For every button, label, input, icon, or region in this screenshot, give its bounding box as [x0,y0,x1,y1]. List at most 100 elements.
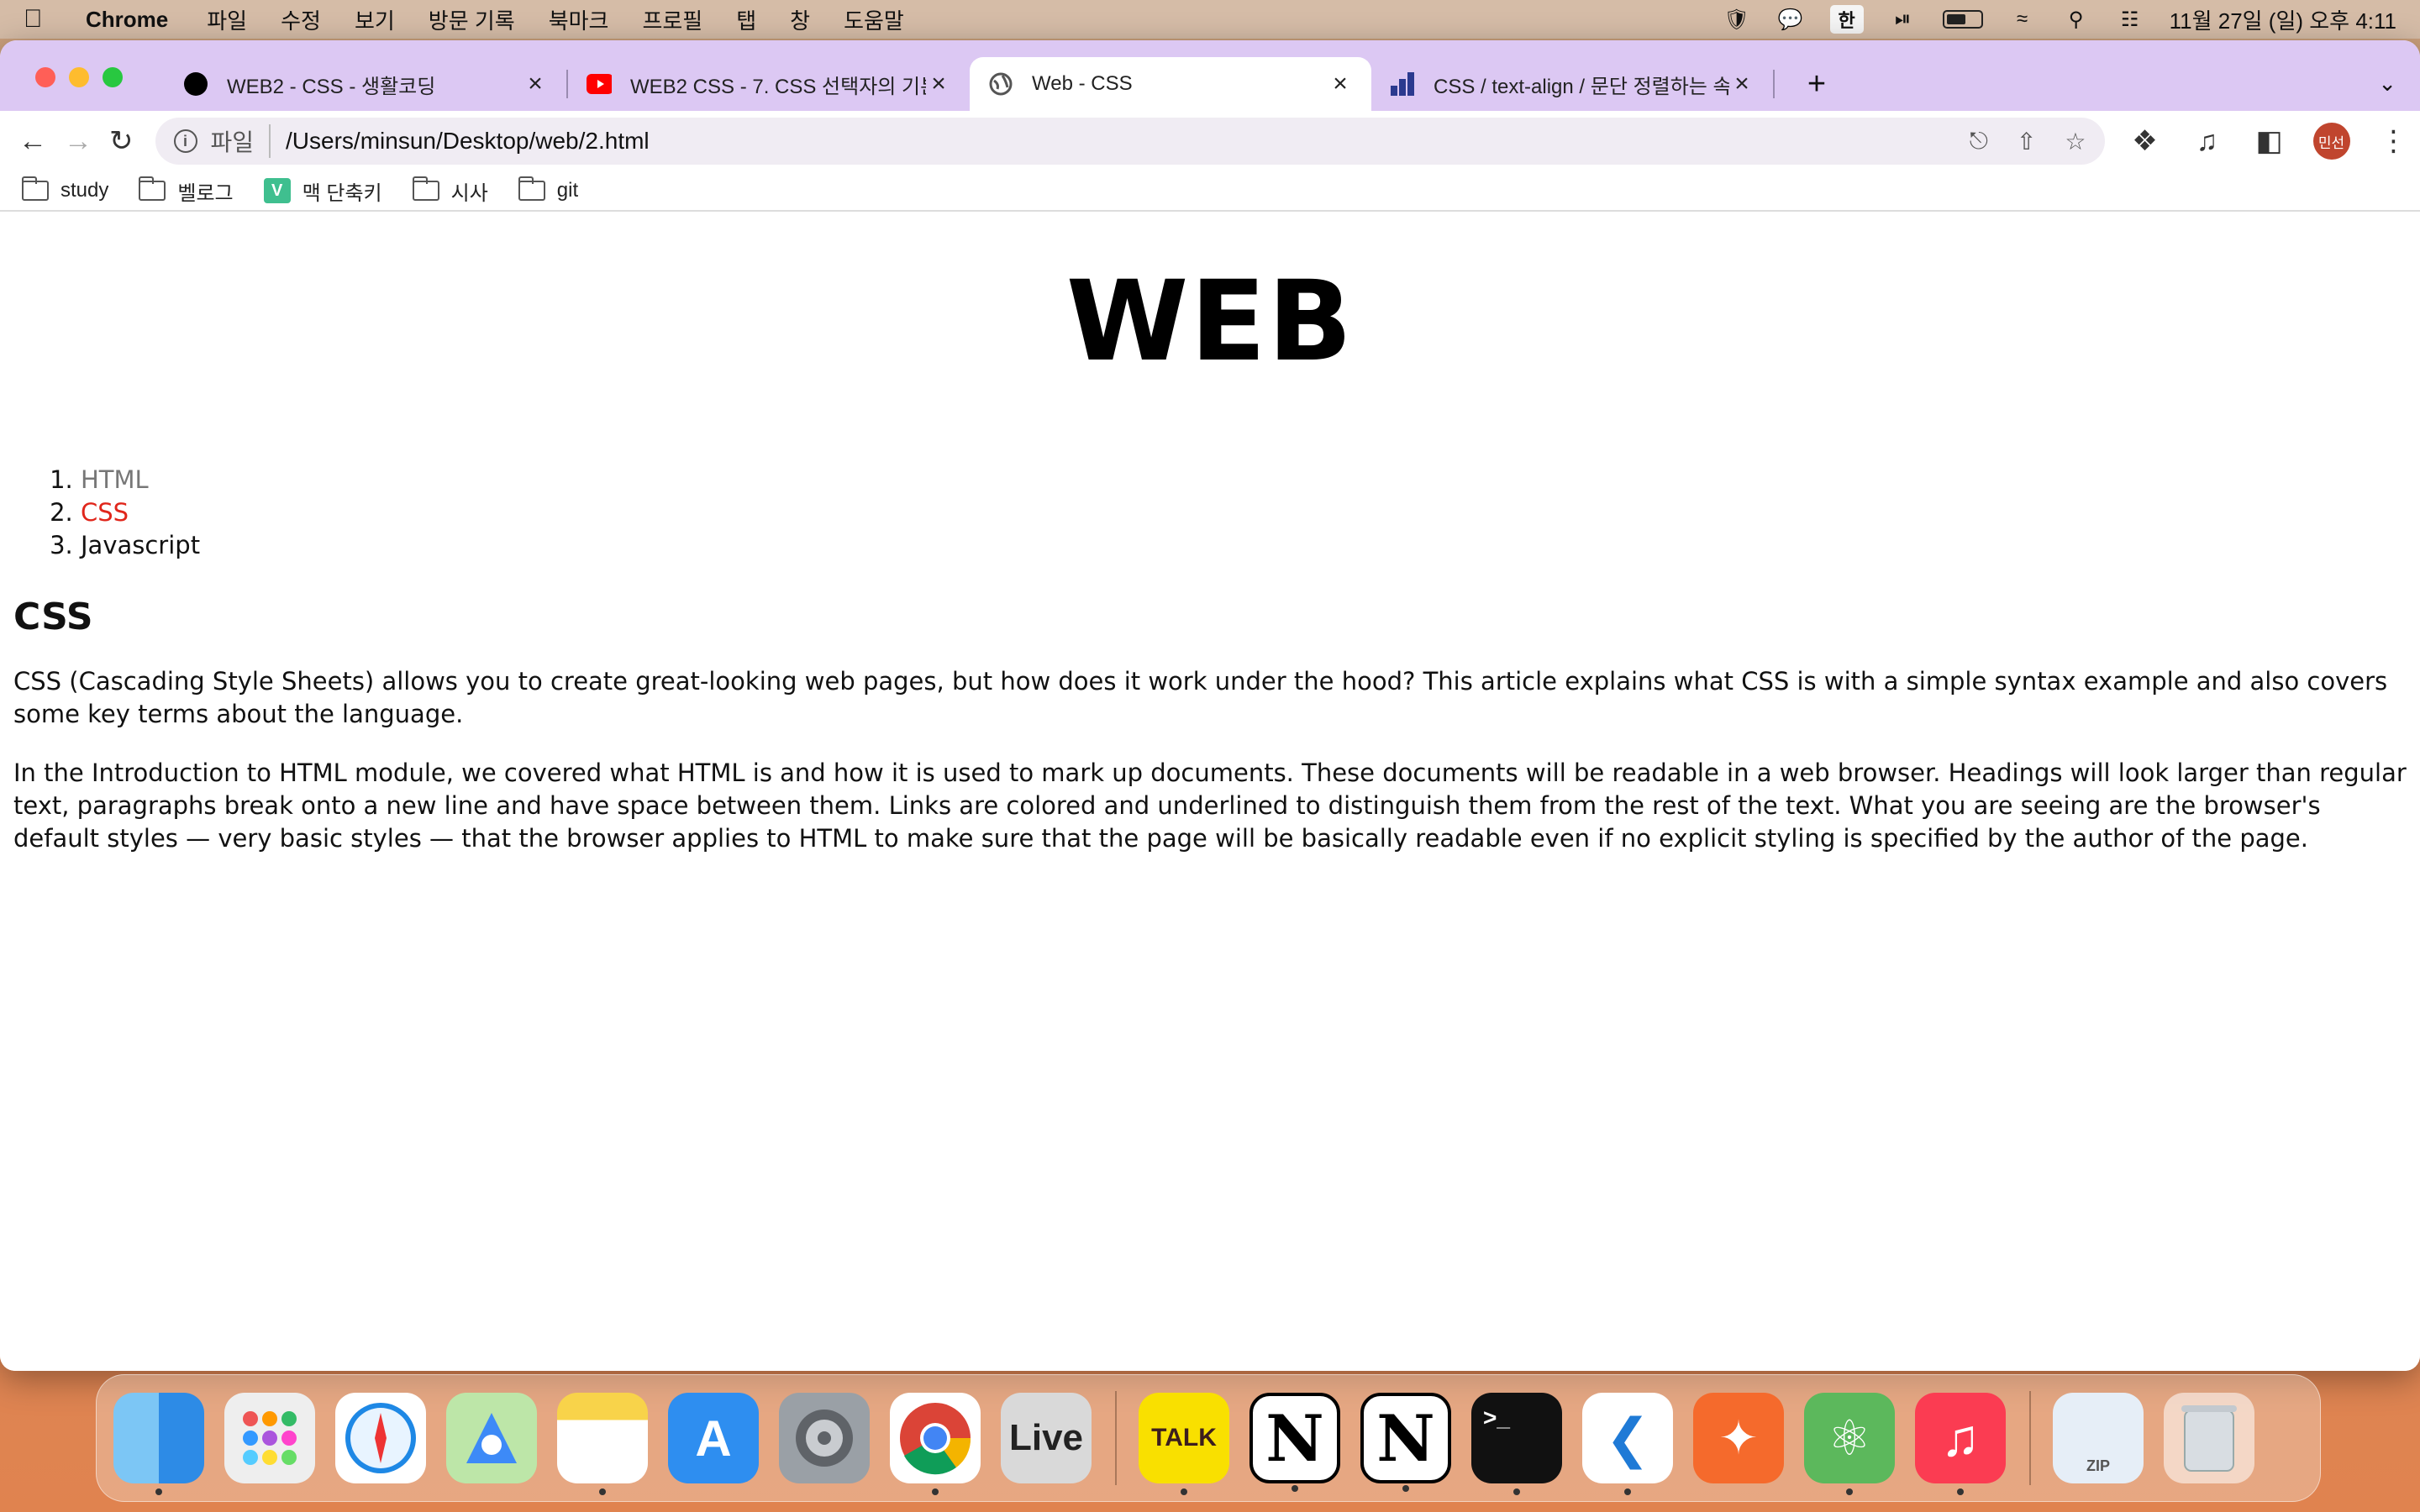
launchpad-icon[interactable] [224,1393,315,1483]
menu-window[interactable]: 창 [790,4,810,35]
url-scheme-label: 파일 [211,124,271,158]
app-store-icon[interactable]: A [668,1393,759,1483]
paragraph-intro: CSS (Cascading Style Sheets) allows you … [13,667,2388,728]
trash-icon[interactable] [2164,1393,2254,1483]
menu-help[interactable]: 도움말 [844,4,904,35]
dock-divider [1115,1391,1117,1485]
extensions-puzzle-icon[interactable]: ❖ [2127,123,2164,160]
close-tab-icon[interactable]: × [926,70,951,98]
kakaotalk-icon[interactable]: TALK [1139,1393,1229,1495]
dock: A Live TALK N N >_ ❮ ✦ ⚛ ♫ ZIP [96,1374,2321,1502]
nav-link-html[interactable]: HTML [81,465,149,494]
atom-icon[interactable]: ⚛ [1804,1393,1895,1495]
circle-favicon-icon [183,71,208,97]
notion-icon[interactable]: N [1249,1393,1340,1492]
control-center-icon[interactable]: ☷ [2116,8,2144,31]
bookmark-star-icon[interactable]: ☆ [2065,128,2086,155]
music-icon[interactable]: ♫ [1915,1393,2006,1495]
tab-title: WEB2 CSS - 7. CSS 선택자의 기본 [630,75,926,98]
bookmark-mac-shortcuts[interactable]: V 맥 단축키 [263,176,382,206]
fullscreen-window-button[interactable] [103,67,123,87]
shield-icon[interactable]: 🛡 [1723,8,1751,31]
chat-icon[interactable]: 💬 [1776,8,1805,31]
tabs: WEB2 - CSS - 생활코딩 × WEB2 CSS - 7. CSS 선택… [165,40,1842,111]
tab-2-active[interactable]: Web - CSS × [970,57,1371,111]
tab-search-chevron-icon[interactable]: ⌄ [2378,71,2396,97]
bookmark-git[interactable]: git [518,176,578,202]
page-heading[interactable]: WEB [0,257,2420,386]
finder-icon[interactable] [113,1393,204,1495]
kakaotalk-label: TALK [1151,1424,1217,1452]
menu-history[interactable]: 방문 기록 [429,4,515,35]
window-controls [35,67,123,87]
zip-archive-icon[interactable]: ZIP [2053,1393,2144,1483]
menu-bookmarks[interactable]: 북마크 [549,4,609,35]
wifi-icon[interactable]: ≈ [2008,8,2037,30]
nav-link-css[interactable]: CSS [81,498,129,527]
minimize-window-button[interactable] [69,67,89,87]
forward-arrow-icon[interactable]: → [64,123,92,160]
close-window-button[interactable] [35,67,55,87]
v-icon: V [263,178,291,203]
notion-glyph: N [1265,1400,1324,1476]
menu-bar:  Chrome 파일 수정 보기 방문 기록 북마크 프로필 탭 창 도움말 … [0,0,2420,39]
system-settings-icon[interactable] [779,1393,870,1483]
tab-0[interactable]: WEB2 - CSS - 생활코딩 × [165,57,566,111]
translate-icon[interactable]: ⎋ [1970,128,1988,155]
dock-divider [2029,1391,2031,1485]
running-indicator [1846,1488,1853,1495]
menu-profiles[interactable]: 프로필 [642,4,702,35]
tab-title: WEB2 - CSS - 생활코딩 [227,75,436,98]
battery-icon[interactable] [1942,10,1983,29]
running-indicator [932,1488,939,1495]
menu-tab[interactable]: 탭 [736,4,756,35]
share-icon[interactable]: ⇧ [2017,128,2036,155]
bookmarks-bar: study 벨로그 V 맥 단축키 시사 git [0,171,2420,212]
side-panel-icon[interactable]: ◧ [2251,123,2288,160]
terminal-icon[interactable]: >_ [1471,1393,1562,1495]
close-tab-icon[interactable]: × [1729,70,1754,98]
address-bar-actions: ⎋ ⇧ ☆ [1970,128,2086,155]
bookmark-velog[interactable]: 벨로그 [139,176,234,206]
more-menu-icon[interactable]: ⋮ [2375,123,2412,160]
tab-title: Web - CSS [1032,72,1133,95]
address-bar[interactable]: i 파일 /Users/minsun/Desktop/web/2.html ⎋ … [155,118,2105,165]
apple-menu-icon[interactable]:  [24,5,57,34]
input-method-icon[interactable]: 한 [1829,5,1864,34]
back-arrow-icon[interactable]: ← [18,123,47,160]
zip-label: ZIP [2086,1457,2110,1474]
live-app-icon[interactable]: Live [1001,1393,1092,1483]
menu-app-name[interactable]: Chrome [86,7,168,33]
bookmark-current-affairs[interactable]: 시사 [412,176,488,206]
chrome-icon[interactable] [890,1393,981,1495]
swift-icon[interactable]: ✦ [1693,1393,1784,1483]
menu-view[interactable]: 보기 [355,4,395,35]
tab-3[interactable]: CSS / text-align / 문단 정렬하는 속성 × [1371,57,1773,111]
spotlight-search-icon[interactable]: ⚲ [2062,8,2091,31]
bookmark-label: 맥 단축키 [302,181,382,205]
menu-file[interactable]: 파일 [207,4,247,35]
running-indicator [1292,1485,1298,1492]
notion-calendar-icon[interactable]: N [1360,1393,1451,1492]
media-queue-icon[interactable]: ♫ [2189,123,2226,160]
profile-avatar[interactable]: 민선 [2312,123,2350,160]
folder-icon [22,176,49,201]
running-indicator [1957,1488,1964,1495]
new-tab-button[interactable]: + [1791,57,1842,111]
site-info-icon[interactable]: i [173,129,197,153]
play-icon[interactable]: ⏯ [1889,8,1918,30]
safari-icon[interactable] [335,1393,426,1483]
vscode-icon[interactable]: ❮ [1582,1393,1673,1495]
maps-icon[interactable] [446,1393,537,1483]
globe-icon [988,71,1013,97]
close-tab-icon[interactable]: × [523,70,548,98]
reload-icon[interactable]: ↻ [109,123,134,160]
bookmark-study[interactable]: study [22,176,108,202]
notes-icon[interactable] [557,1393,648,1495]
tab-1[interactable]: WEB2 CSS - 7. CSS 선택자의 기본 × [568,57,970,111]
url-text[interactable]: /Users/minsun/Desktop/web/2.html [286,128,1970,155]
menu-edit[interactable]: 수정 [281,4,321,35]
menu-clock[interactable]: 11월 27일 (일) 오후 4:11 [2170,4,2396,35]
folder-icon [412,176,439,201]
close-tab-icon[interactable]: × [1328,70,1353,98]
